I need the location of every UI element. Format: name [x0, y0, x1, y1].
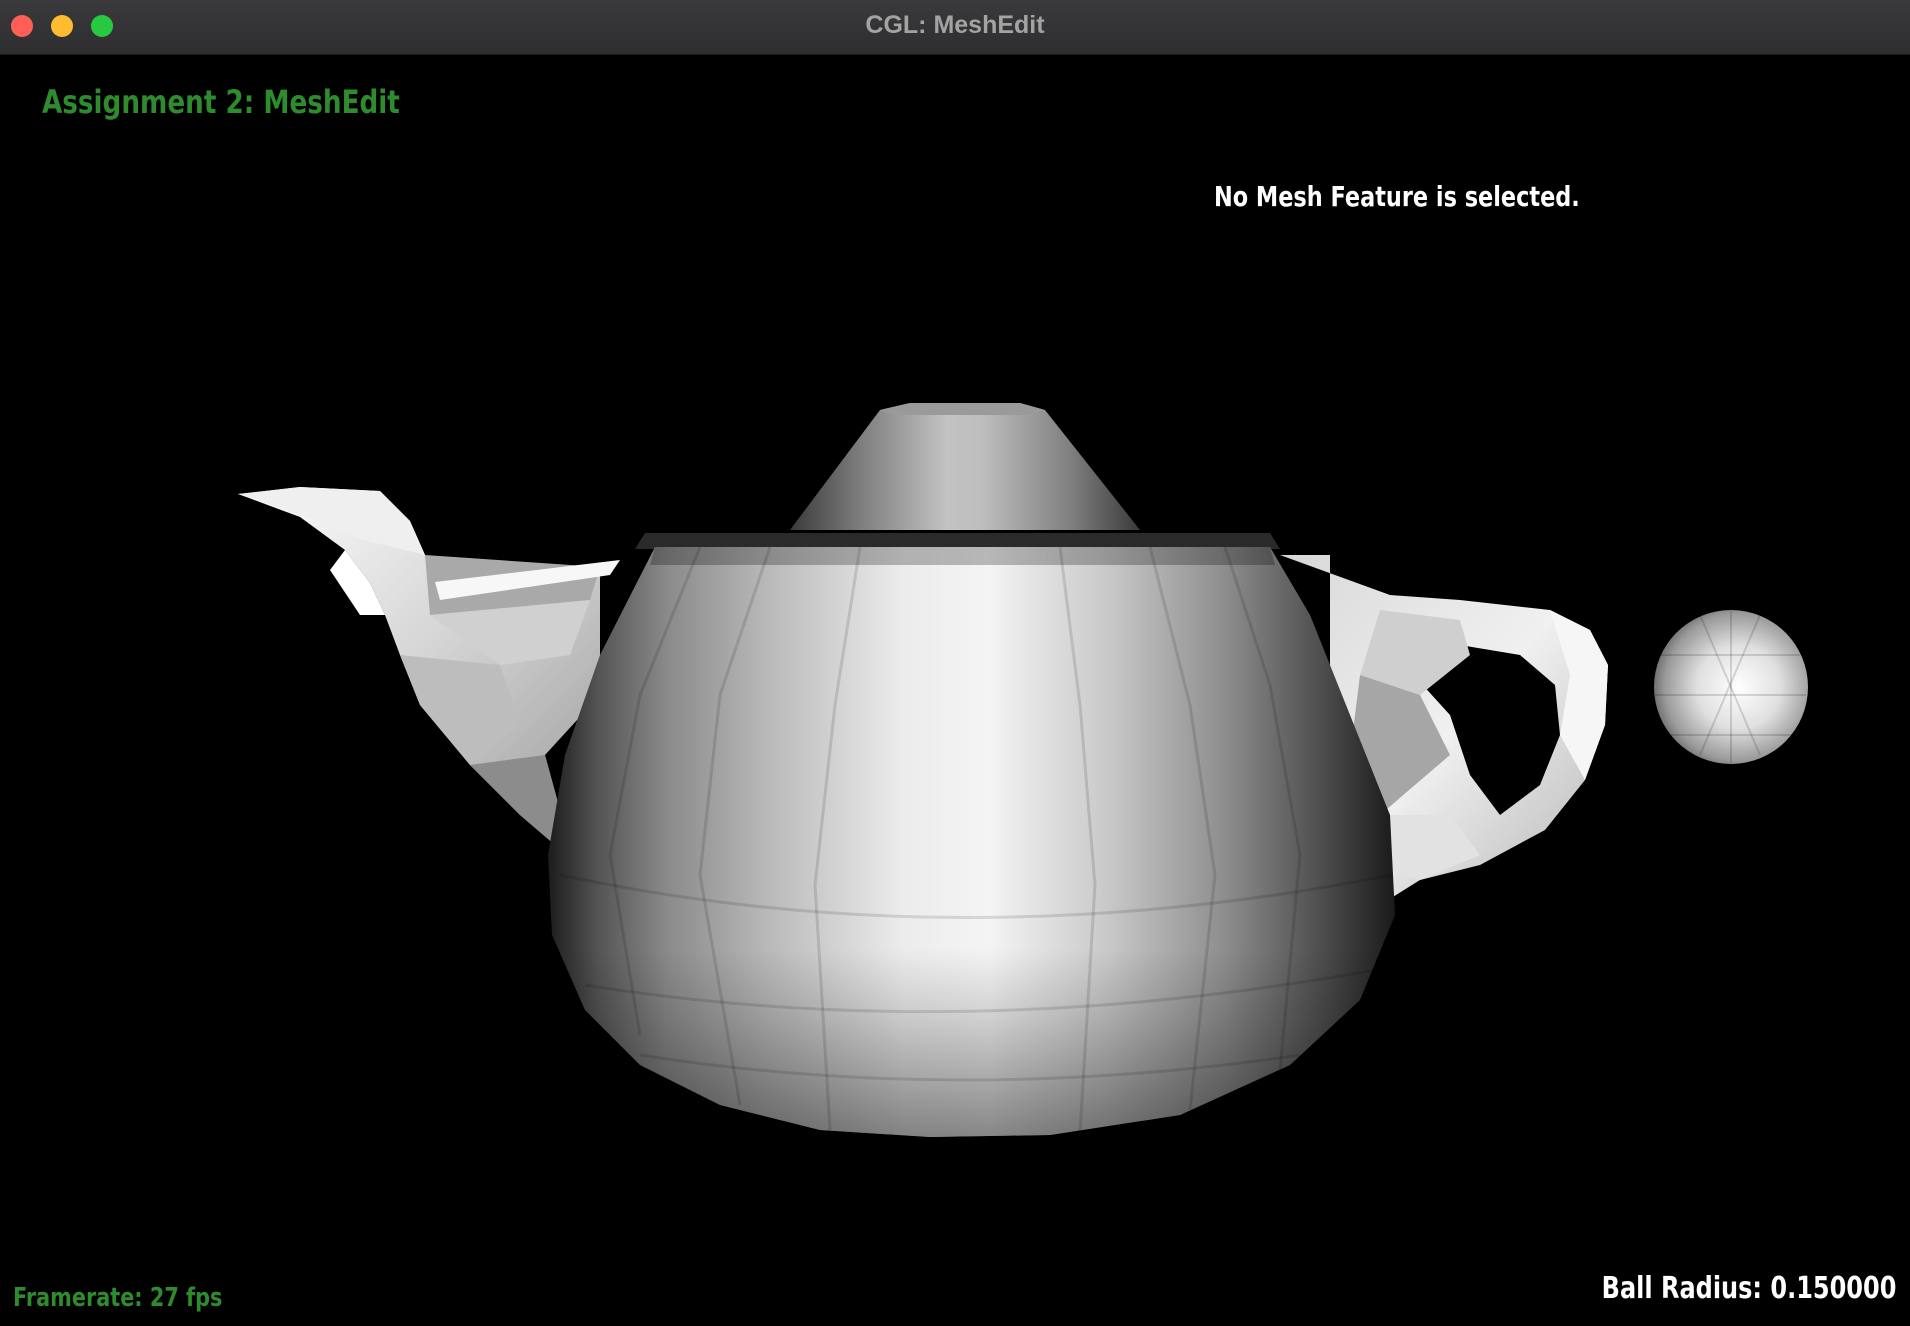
render-viewport[interactable]: Assignment 2: MeshEdit No Mesh Feature i…: [0, 55, 1910, 1326]
ball-radius-readout: Ball Radius: 0.150000: [1601, 1271, 1896, 1306]
title-bar[interactable]: CGL: MeshEdit: [0, 0, 1910, 55]
teapot-lid-rim: [635, 533, 1280, 549]
teapot-mesh[interactable]: [238, 403, 1608, 1137]
ball-sphere[interactable]: [1654, 610, 1808, 764]
app-window: CGL: MeshEdit Assignment 2: MeshEdit No …: [0, 0, 1910, 1326]
mesh-scene[interactable]: [0, 55, 1910, 1326]
assignment-title: Assignment 2: MeshEdit: [42, 83, 400, 121]
framerate-readout: Framerate: 27 fps: [13, 1283, 223, 1313]
teapot-lid[interactable]: [790, 403, 1140, 530]
window-title: CGL: MeshEdit: [865, 11, 1045, 39]
selection-status: No Mesh Feature is selected.: [1214, 180, 1580, 213]
